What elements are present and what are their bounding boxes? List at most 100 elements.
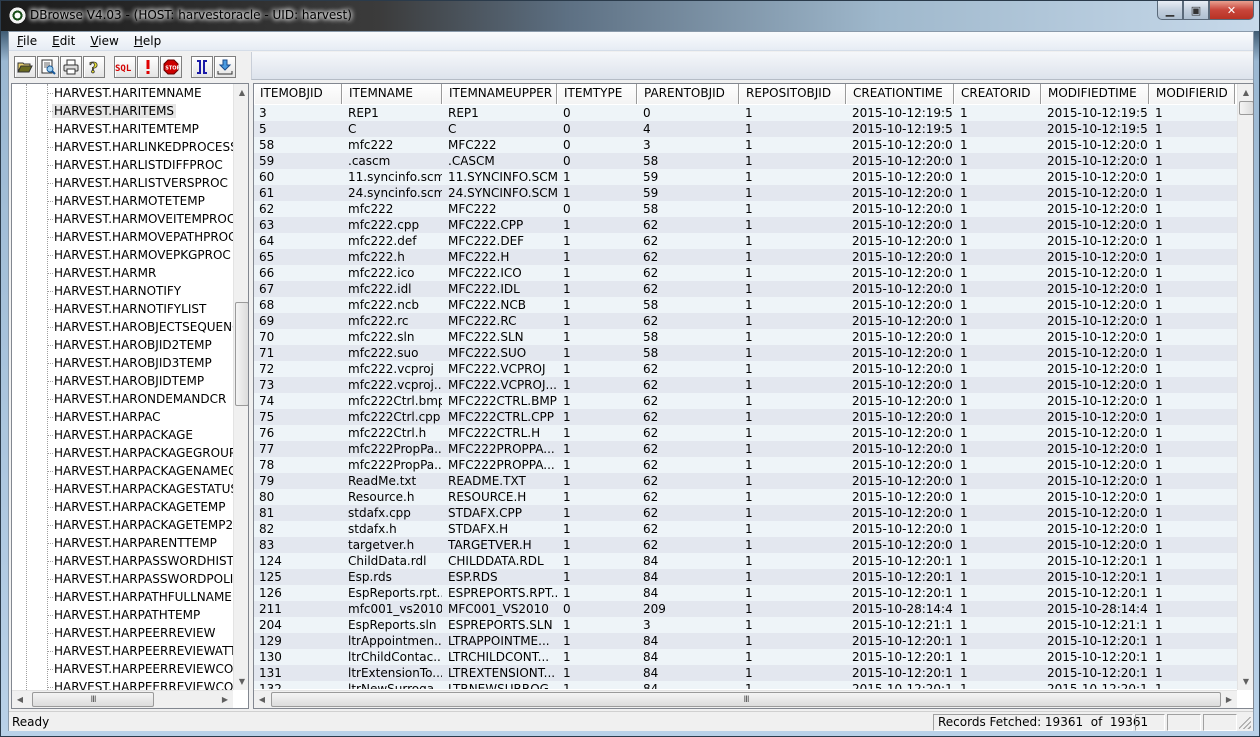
table-cell[interactable]: 58 xyxy=(637,153,739,169)
table-cell[interactable]: 62 xyxy=(637,505,739,521)
table-cell[interactable]: 69 xyxy=(254,313,342,329)
title-bar[interactable]: DBrowse V4.03 - (HOST: harvestoracle - U… xyxy=(1,1,1259,31)
table-cell[interactable]: 71 xyxy=(254,345,342,361)
table-cell[interactable]: 1 xyxy=(557,457,637,473)
tree-item[interactable]: HARVEST.HARPEERREVIEWATTAC xyxy=(12,642,234,660)
table-cell[interactable]: MFC222.CPP xyxy=(442,217,557,233)
table-cell[interactable]: 1 xyxy=(954,169,1041,185)
table-cell[interactable]: 2015-10-12:20:0... xyxy=(846,345,954,361)
table-row[interactable]: 74 mfc222Ctrl.bmp MFC222CTRL.BMP 1 62 1 2015-1… xyxy=(254,393,1237,409)
table-cell[interactable]: 2015-10-12:20:0... xyxy=(1041,153,1149,169)
table-row[interactable]: 83 targetver.h TARGETVER.H 1 62 1 2015-10-12:2… xyxy=(254,537,1237,553)
tree-item[interactable]: HARVEST.HARPACKAGEGROUP xyxy=(12,444,234,462)
table-cell[interactable]: 2015-10-12:20:0... xyxy=(1041,489,1149,505)
table-cell[interactable]: 79 xyxy=(254,473,342,489)
table-cell[interactable]: 1 xyxy=(739,377,846,393)
table-cell[interactable]: 62 xyxy=(637,441,739,457)
table-cell[interactable]: 131 xyxy=(254,665,342,681)
table-cell[interactable]: mfc222.ico xyxy=(342,265,442,281)
table-cell[interactable]: 58 xyxy=(637,329,739,345)
tree-item[interactable]: HARVEST.HARLISTDIFFPROC xyxy=(12,156,234,174)
table-cell[interactable]: 2015-10-12:19:5... xyxy=(846,105,954,121)
table-cell[interactable]: 1 xyxy=(1149,409,1235,425)
table-cell[interactable]: 1 xyxy=(557,489,637,505)
table-cell[interactable]: MFC222.SUO xyxy=(442,345,557,361)
table-cell[interactable]: mfc222.def xyxy=(342,233,442,249)
table-cell[interactable]: 62 xyxy=(637,409,739,425)
table-row[interactable]: 58 mfc222 MFC222 0 3 1 2015-10-12:20:0... 1 2015… xyxy=(254,137,1237,153)
table-cell[interactable]: 59 xyxy=(254,153,342,169)
table-cell[interactable]: 2015-10-12:20:0... xyxy=(1041,313,1149,329)
table-cell[interactable]: 1 xyxy=(1149,681,1235,689)
table-cell[interactable]: STDAFX.H xyxy=(442,521,557,537)
table-cell[interactable]: 2015-10-12:20:0... xyxy=(846,361,954,377)
table-row[interactable]: 125 Esp.rds ESP.RDS 1 84 1 2015-10-12:20:1... 1… xyxy=(254,569,1237,585)
table-cell[interactable]: 2015-10-12:20:0... xyxy=(846,297,954,313)
table-cell[interactable]: 1 xyxy=(954,393,1041,409)
table-cell[interactable]: LTRCHILDCONT... xyxy=(442,649,557,665)
table-cell[interactable]: MFC222.ICO xyxy=(442,265,557,281)
table-cell[interactable]: mfc222.rc xyxy=(342,313,442,329)
table-cell[interactable]: 1 xyxy=(739,153,846,169)
open-button[interactable] xyxy=(14,56,36,78)
table-cell[interactable]: 84 xyxy=(637,569,739,585)
table-cell[interactable]: 1 xyxy=(954,569,1041,585)
table-row[interactable]: 3 REP1 REP1 0 0 1 2015-10-12:19:5... 1 2015-10-1… xyxy=(254,105,1237,121)
table-cell[interactable]: 61 xyxy=(254,185,342,201)
table-cell[interactable]: 1 xyxy=(739,297,846,313)
table-cell[interactable]: 1 xyxy=(1149,665,1235,681)
table-row[interactable]: 59 .cascm .CASCM 0 58 1 2015-10-12:20:0... 1 201… xyxy=(254,153,1237,169)
table-cell[interactable]: stdafx.h xyxy=(342,521,442,537)
help-button[interactable]: ? xyxy=(83,56,105,78)
table-cell[interactable]: 0 xyxy=(557,137,637,153)
table-cell[interactable]: 2015-10-12:20:0... xyxy=(846,153,954,169)
table-cell[interactable]: 76 xyxy=(254,425,342,441)
table-cell[interactable]: 2015-10-12:20:0... xyxy=(846,169,954,185)
table-cell[interactable]: 62 xyxy=(637,233,739,249)
table-cell[interactable]: 124 xyxy=(254,553,342,569)
table-cell[interactable]: 0 xyxy=(557,153,637,169)
table-cell[interactable]: REP1 xyxy=(342,105,442,121)
table-cell[interactable]: 1 xyxy=(557,521,637,537)
table-cell[interactable]: C xyxy=(442,121,557,137)
table-cell[interactable]: mfc222.ncb xyxy=(342,297,442,313)
table-cell[interactable]: mfc222.idl xyxy=(342,281,442,297)
table-cell[interactable]: 1 xyxy=(954,361,1041,377)
table-cell[interactable]: 1 xyxy=(954,137,1041,153)
table-cell[interactable]: MFC222.RC xyxy=(442,313,557,329)
table-row[interactable]: 79 ReadMe.txt README.TXT 1 62 1 2015-10-12:20:… xyxy=(254,473,1237,489)
table-cell[interactable]: 2015-10-12:20:0... xyxy=(846,393,954,409)
table-cell[interactable]: 1 xyxy=(1149,393,1235,409)
table-cell[interactable]: 62 xyxy=(637,377,739,393)
table-cell[interactable]: 1 xyxy=(557,585,637,601)
table-cell[interactable]: 2015-10-12:20:0... xyxy=(1041,249,1149,265)
table-cell[interactable]: mfc222Ctrl.h xyxy=(342,425,442,441)
table-cell[interactable]: 1 xyxy=(1149,281,1235,297)
table-cell[interactable]: 62 xyxy=(637,537,739,553)
table-cell[interactable]: mfc222Ctrl.cpp xyxy=(342,409,442,425)
table-cell[interactable]: 62 xyxy=(637,249,739,265)
table-cell[interactable]: 1 xyxy=(739,361,846,377)
table-cell[interactable]: 1 xyxy=(557,569,637,585)
table-cell[interactable]: MFC222 xyxy=(442,137,557,153)
table-cell[interactable]: 59 xyxy=(637,185,739,201)
table-cell[interactable]: 2015-10-12:20:0... xyxy=(1041,137,1149,153)
table-cell[interactable]: 2015-10-12:20:0... xyxy=(1041,185,1149,201)
table-cell[interactable]: ReadMe.txt xyxy=(342,473,442,489)
table-cell[interactable]: 1 xyxy=(954,233,1041,249)
table-cell[interactable]: ESPREPORTS.SLN xyxy=(442,617,557,633)
table-cell[interactable]: 1 xyxy=(557,169,637,185)
table-row[interactable]: 126 EspReports.rpt... ESPREPORTS.RPT... 1 84… xyxy=(254,585,1237,601)
table-cell[interactable]: 1 xyxy=(954,473,1041,489)
table-cell[interactable]: 2015-10-12:20:0... xyxy=(1041,441,1149,457)
table-row[interactable]: 124 ChildData.rdl CHILDDATA.RDL 1 84 1 2015-10… xyxy=(254,553,1237,569)
table-cell[interactable]: 2015-10-12:20:0... xyxy=(846,473,954,489)
tree-item[interactable]: HARVEST.HARPEERREVIEWCOMM xyxy=(12,660,234,678)
table-cell[interactable]: 1 xyxy=(1149,297,1235,313)
tree-item[interactable]: HARVEST.HARITEMS xyxy=(12,102,234,120)
menu-file[interactable]: File xyxy=(9,32,44,50)
maximize-button[interactable]: ▣ xyxy=(1183,1,1209,20)
table-cell[interactable]: 2015-10-12:20:0... xyxy=(846,217,954,233)
table-cell[interactable]: 1 xyxy=(557,377,637,393)
table-cell[interactable]: 1 xyxy=(557,665,637,681)
